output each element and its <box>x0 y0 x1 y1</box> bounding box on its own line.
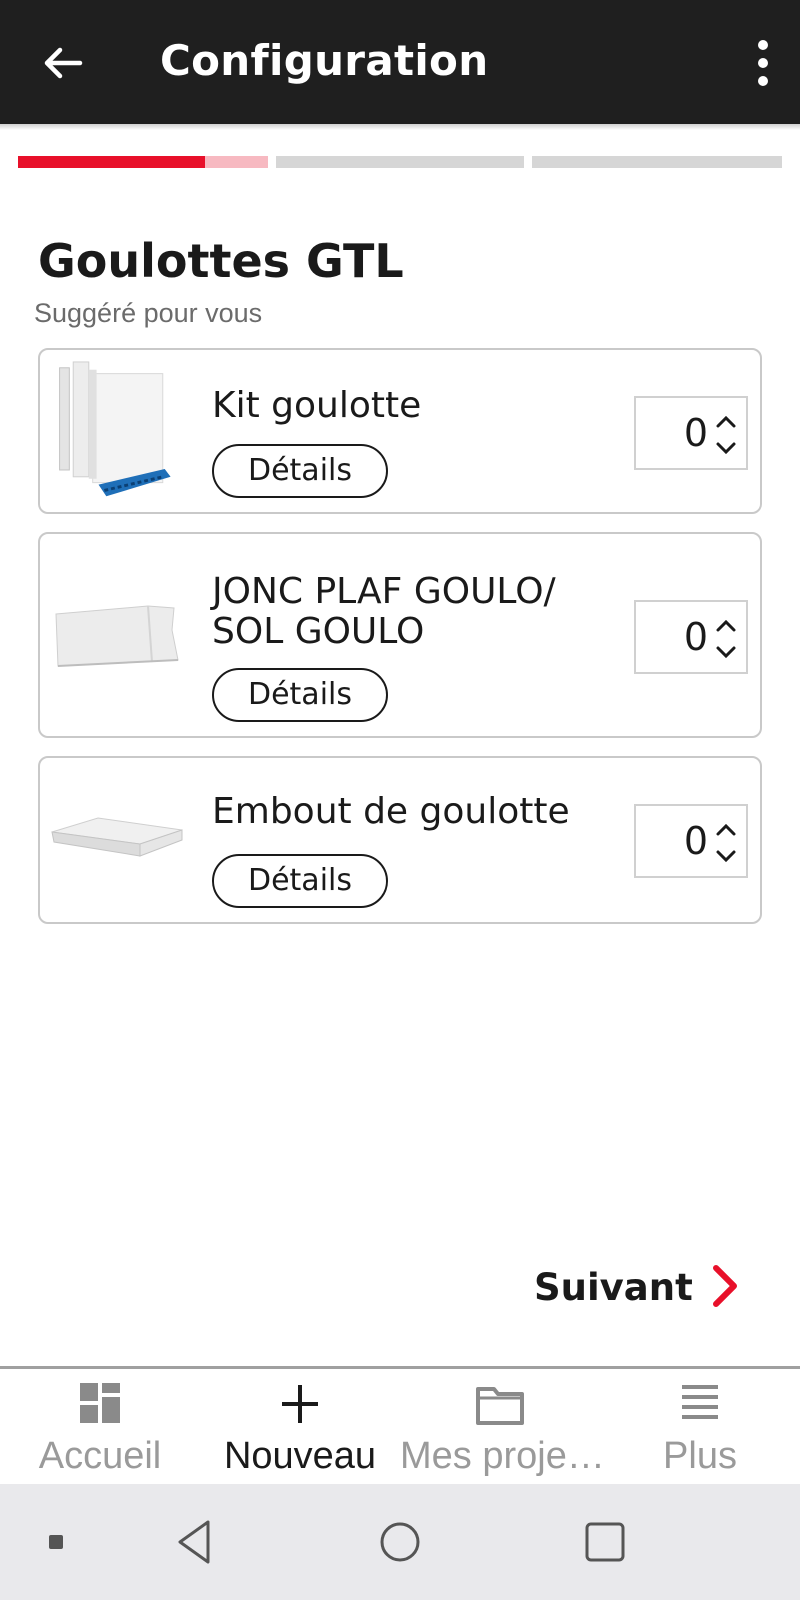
nav-label: Plus <box>663 1435 737 1477</box>
chevron-right-icon <box>713 1265 737 1307</box>
system-back-icon[interactable] <box>168 1514 224 1570</box>
nav-item-nouveau[interactable]: Nouveau <box>200 1369 400 1487</box>
product-name: Embout de goulotte <box>212 791 570 832</box>
nav-item-accueil[interactable]: Accueil <box>0 1369 200 1487</box>
quantity-value: 0 <box>683 615 708 659</box>
product-image-embout <box>51 817 183 857</box>
quantity-stepper[interactable]: 0 <box>634 804 748 878</box>
system-dot-icon[interactable] <box>28 1514 84 1570</box>
quantity-stepper[interactable]: 0 <box>634 396 748 470</box>
product-card: Embout de goulotte Détails 0 <box>38 756 762 924</box>
app-bar-shadow <box>0 124 800 130</box>
product-image-kit-goulotte <box>59 361 171 497</box>
menu-icon <box>682 1385 718 1419</box>
nav-label: Mes proje… <box>400 1435 600 1477</box>
progress-step-1-fill <box>18 156 205 168</box>
quantity-stepper[interactable]: 0 <box>634 600 748 674</box>
progress-step-2 <box>276 156 524 168</box>
back-arrow-icon[interactable] <box>38 38 88 88</box>
product-name: JONC PLAF GOULO/ SOL GOULO <box>212 572 556 652</box>
plus-icon <box>282 1385 318 1423</box>
product-image-jonc-plaf <box>55 605 179 667</box>
next-label: Suivant <box>534 1266 693 1309</box>
progress-step-1 <box>18 156 268 168</box>
nav-item-plus[interactable]: Plus <box>600 1369 800 1487</box>
product-name-line2: SOL GOULO <box>212 611 425 652</box>
nav-item-mes-projets[interactable]: Mes proje… <box>400 1369 600 1487</box>
up-down-arrows-icon[interactable] <box>712 410 740 460</box>
product-name: Kit goulotte <box>212 385 422 426</box>
page-title: Configuration <box>160 36 489 85</box>
system-recents-icon[interactable] <box>577 1514 633 1570</box>
product-name-line1: JONC PLAF GOULO/ <box>212 571 556 612</box>
details-button[interactable]: Détails <box>212 854 388 908</box>
product-card: JONC PLAF GOULO/ SOL GOULO Détails 0 <box>38 532 762 738</box>
system-navigation-bar <box>0 1484 800 1600</box>
progress-step-3 <box>532 156 782 168</box>
up-down-arrows-icon[interactable] <box>712 614 740 664</box>
folder-icon <box>476 1387 524 1425</box>
product-card: Kit goulotte Détails 0 <box>38 348 762 514</box>
section-subtitle: Suggéré pour vous <box>34 298 263 328</box>
more-options-icon[interactable] <box>748 38 778 88</box>
dashboard-icon <box>80 1383 120 1423</box>
up-down-arrows-icon[interactable] <box>712 818 740 868</box>
progress-step-1-remaining <box>205 156 268 168</box>
system-home-icon[interactable] <box>372 1514 428 1570</box>
quantity-value: 0 <box>683 411 708 455</box>
bottom-navigation: Accueil Nouveau Mes proje… Plus <box>0 1366 800 1484</box>
quantity-value: 0 <box>683 819 708 863</box>
details-button[interactable]: Détails <box>212 444 388 498</box>
details-button[interactable]: Détails <box>212 668 388 722</box>
section-title: Goulottes GTL <box>38 234 404 288</box>
app-bar: Configuration <box>0 0 800 124</box>
nav-label: Nouveau <box>223 1435 377 1477</box>
nav-label: Accueil <box>38 1435 162 1477</box>
